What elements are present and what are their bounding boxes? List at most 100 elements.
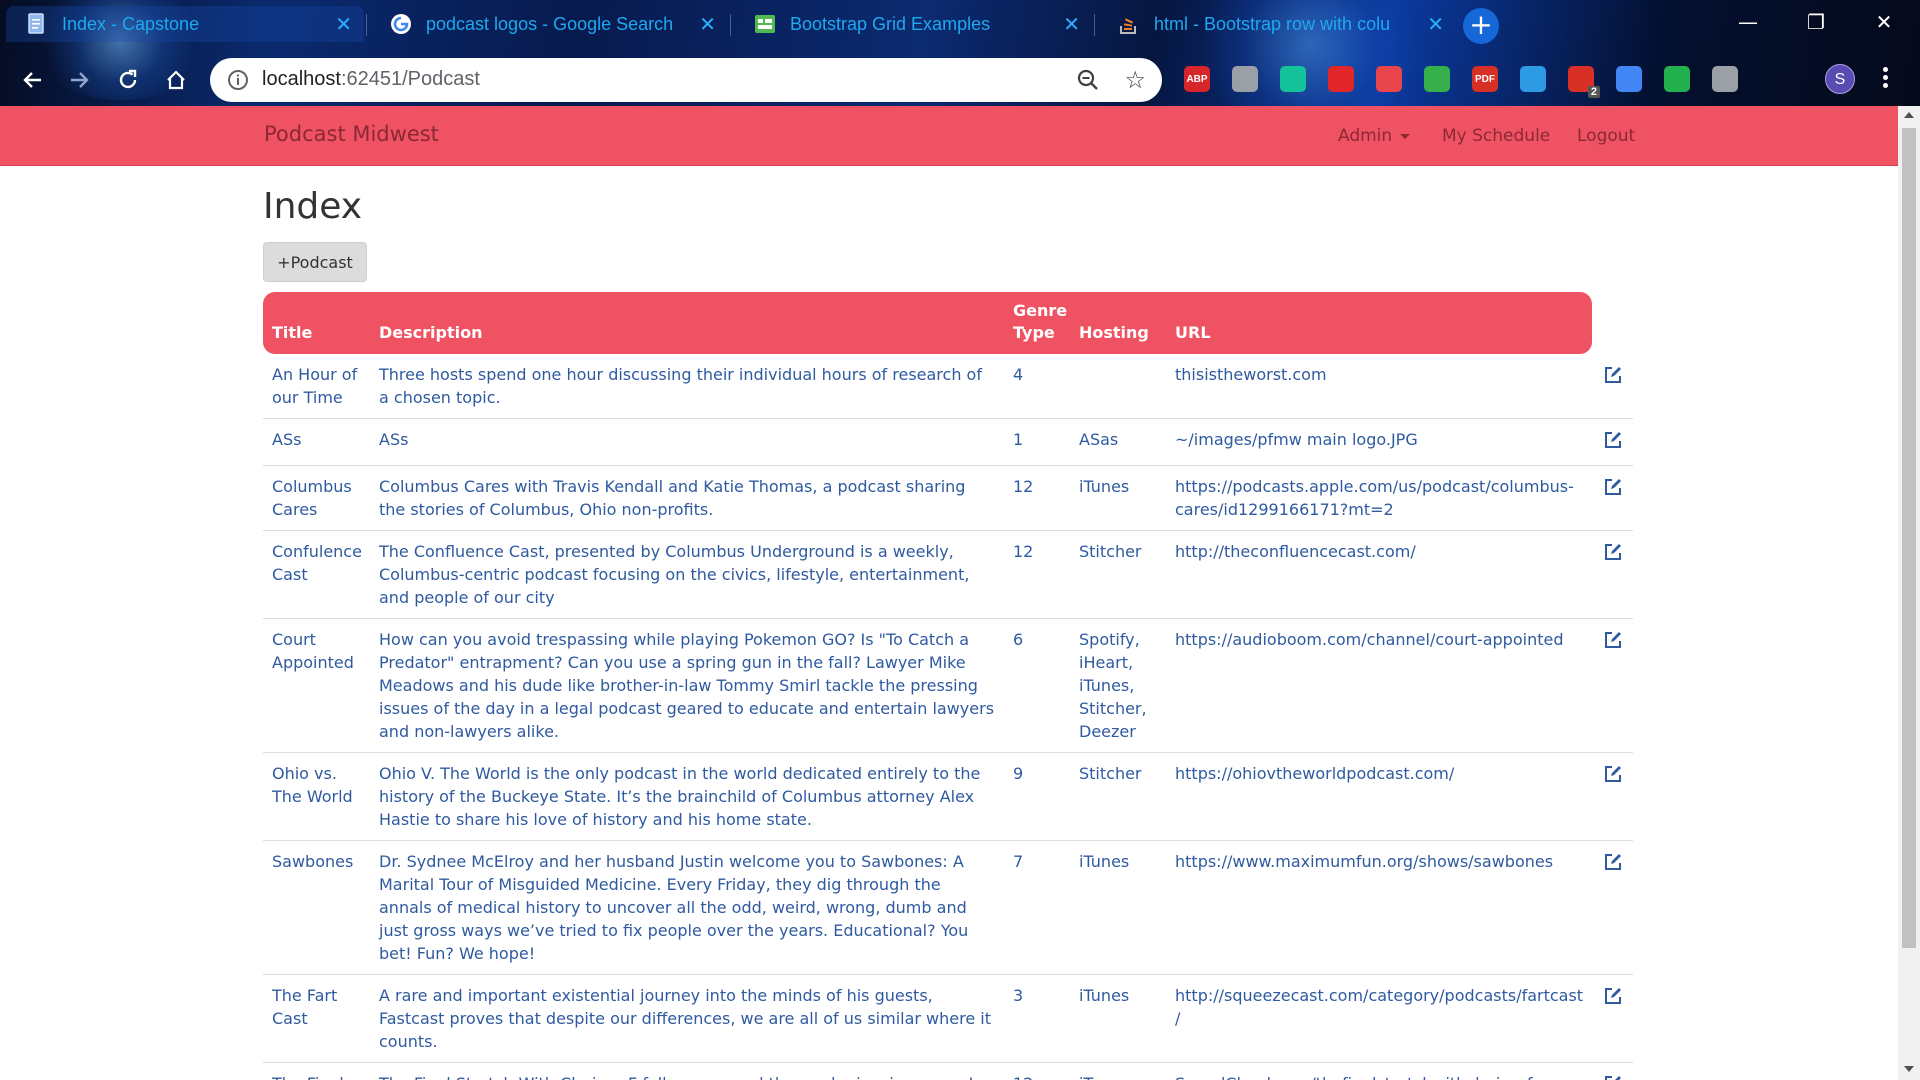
page-viewport: Podcast Midwest Admin My Schedule Logout… — [0, 106, 1898, 1080]
cell-actions — [1592, 354, 1633, 419]
cell-url: ~/images/pfmw main logo.JPG — [1166, 418, 1592, 466]
tab-separator — [730, 14, 731, 36]
edit-icon[interactable] — [1603, 852, 1623, 872]
table-row: Sawbones Dr. Sydnee McElroy and her husba… — [263, 840, 1633, 975]
home-icon — [167, 70, 185, 90]
cell-actions — [1592, 465, 1633, 531]
window-extension-icon[interactable] — [1520, 66, 1546, 92]
cell-description: The Confluence Cast, presented by Columb… — [370, 530, 1004, 619]
browser-tab-index-capstone[interactable]: Index - Capstone ✕ — [6, 6, 364, 42]
edit-icon[interactable] — [1603, 764, 1623, 784]
browser-tab-podcast-logos[interactable]: podcast logos - Google Search ✕ — [370, 6, 728, 42]
new-tab-button[interactable]: + — [1463, 8, 1499, 44]
google-icon — [390, 13, 412, 35]
tab-separator — [366, 14, 367, 36]
edit-icon[interactable] — [1603, 1074, 1623, 1080]
green-chat-icon[interactable] — [1664, 66, 1690, 92]
cell-description: ASs — [370, 418, 1004, 466]
cell-url: http://squeezecast.com/category/podcasts… — [1166, 974, 1592, 1063]
bookmark-star-icon[interactable]: ☆ — [1124, 66, 1146, 94]
zoom-icon[interactable] — [1076, 68, 1100, 96]
admin-dropdown[interactable]: Admin — [1338, 126, 1411, 146]
site-brand-link[interactable]: Podcast Midwest — [264, 122, 439, 146]
edit-icon[interactable] — [1603, 477, 1623, 497]
url-host: localhost — [262, 68, 341, 90]
scroll-down-arrow-icon[interactable] — [1904, 1066, 1914, 1072]
tab-close-icon[interactable]: ✕ — [1063, 12, 1080, 36]
cell-actions — [1592, 752, 1633, 841]
add-podcast-button[interactable]: +Podcast — [263, 242, 367, 282]
browser-chrome: Index - Capstone ✕ podcast logos - Googl… — [0, 0, 1920, 120]
tab-close-icon[interactable]: ✕ — [1427, 12, 1444, 36]
cell-title: Court Appointed — [263, 618, 370, 753]
google-multicolor-icon[interactable] — [1616, 66, 1642, 92]
back-button[interactable] — [14, 62, 50, 98]
page-scrollbar[interactable] — [1898, 106, 1920, 1080]
cell-hosting: Stitcher — [1070, 752, 1166, 841]
window-minimize-button[interactable]: — — [1728, 6, 1768, 38]
cell-title: Confulence Cast — [263, 530, 370, 619]
table-row: The Final StretchThe Final Stretch With … — [263, 1062, 1633, 1080]
adblock-plus-icon[interactable]: ABP — [1184, 66, 1210, 92]
cell-actions — [1592, 530, 1633, 619]
browser-tab-html-bootstrap-row[interactable]: html - Bootstrap row with colu ✕ — [1098, 6, 1456, 42]
window-restore-button[interactable]: ❐ — [1796, 6, 1836, 38]
tab-title: Bootstrap Grid Examples — [790, 13, 991, 34]
cell-genre: 12 — [1004, 530, 1070, 619]
column-header-hosting: Hosting — [1070, 292, 1166, 354]
cell-title: Columbus Cares — [263, 465, 370, 531]
edit-icon[interactable] — [1603, 986, 1623, 1006]
column-header-actions — [1592, 292, 1633, 354]
calendar-extension-icon[interactable] — [1376, 66, 1402, 92]
scrollbar-thumb[interactable] — [1902, 128, 1916, 948]
table-row: Ohio vs. The World Ohio V. The World is t… — [263, 752, 1633, 841]
browser-tab-bootstrap-grid[interactable]: Bootstrap Grid Examples ✕ — [734, 6, 1092, 42]
tab-close-icon[interactable]: ✕ — [699, 12, 716, 36]
cell-description: A rare and important existential journey… — [370, 974, 1004, 1063]
column-header-title: Title — [263, 292, 370, 354]
calendar-badge-icon[interactable]: 2 — [1568, 66, 1600, 98]
admin-label: Admin — [1338, 126, 1393, 146]
scroll-up-arrow-icon[interactable] — [1904, 112, 1914, 118]
edit-icon[interactable] — [1603, 630, 1623, 650]
url-path: :62451/Podcast — [340, 68, 480, 90]
genre-header-line2: Type — [1013, 323, 1055, 342]
cell-genre: 7 — [1004, 840, 1070, 975]
stackoverflow-icon — [1118, 13, 1140, 35]
table-row: The Fart Cast A rare and important existe… — [263, 974, 1633, 1063]
green-arrow-icon[interactable] — [1424, 66, 1450, 92]
cell-hosting: iTunes — [1070, 974, 1166, 1063]
cell-description: Dr. Sydnee McElroy and her husband Justi… — [370, 840, 1004, 975]
gear-extension-icon[interactable] — [1232, 66, 1258, 92]
edit-icon[interactable] — [1603, 365, 1623, 385]
site-info-icon[interactable] — [226, 68, 250, 92]
cell-actions — [1592, 618, 1633, 753]
cell-hosting: ASas — [1070, 418, 1166, 466]
browser-menu-icon[interactable] — [1880, 64, 1890, 94]
reload-icon — [119, 69, 137, 89]
my-schedule-link[interactable]: My Schedule — [1442, 126, 1550, 146]
address-bar[interactable]: localhost:62451/Podcast ☆ — [210, 58, 1162, 102]
reload-button[interactable] — [110, 62, 146, 98]
cell-description: Ohio V. The World is the only podcast in… — [370, 752, 1004, 841]
stop-hand-icon[interactable] — [1328, 66, 1354, 92]
profile-avatar[interactable]: S — [1825, 64, 1855, 94]
tab-close-icon[interactable]: ✕ — [335, 12, 352, 36]
table-header-row: Title Description Genre Type Hosting URL — [263, 292, 1633, 354]
cell-genre: 1 — [1004, 418, 1070, 466]
cell-hosting: iTunes — [1070, 1062, 1166, 1080]
cell-genre: 6 — [1004, 618, 1070, 753]
forward-button[interactable] — [62, 62, 98, 98]
edit-icon[interactable] — [1603, 542, 1623, 562]
cell-description: Columbus Cares with Travis Kendall and K… — [370, 465, 1004, 531]
home-button[interactable] — [158, 62, 194, 98]
edit-icon[interactable] — [1603, 430, 1623, 450]
cell-actions — [1592, 974, 1633, 1063]
grammarly-icon[interactable] — [1280, 66, 1306, 92]
window-close-button[interactable]: ✕ — [1864, 6, 1904, 38]
logout-link[interactable]: Logout — [1577, 126, 1635, 146]
cell-title: Sawbones — [263, 840, 370, 975]
v-extension-icon[interactable] — [1712, 66, 1738, 92]
cell-hosting: iTunes — [1070, 465, 1166, 531]
pdf-icon[interactable]: PDF — [1472, 66, 1498, 92]
